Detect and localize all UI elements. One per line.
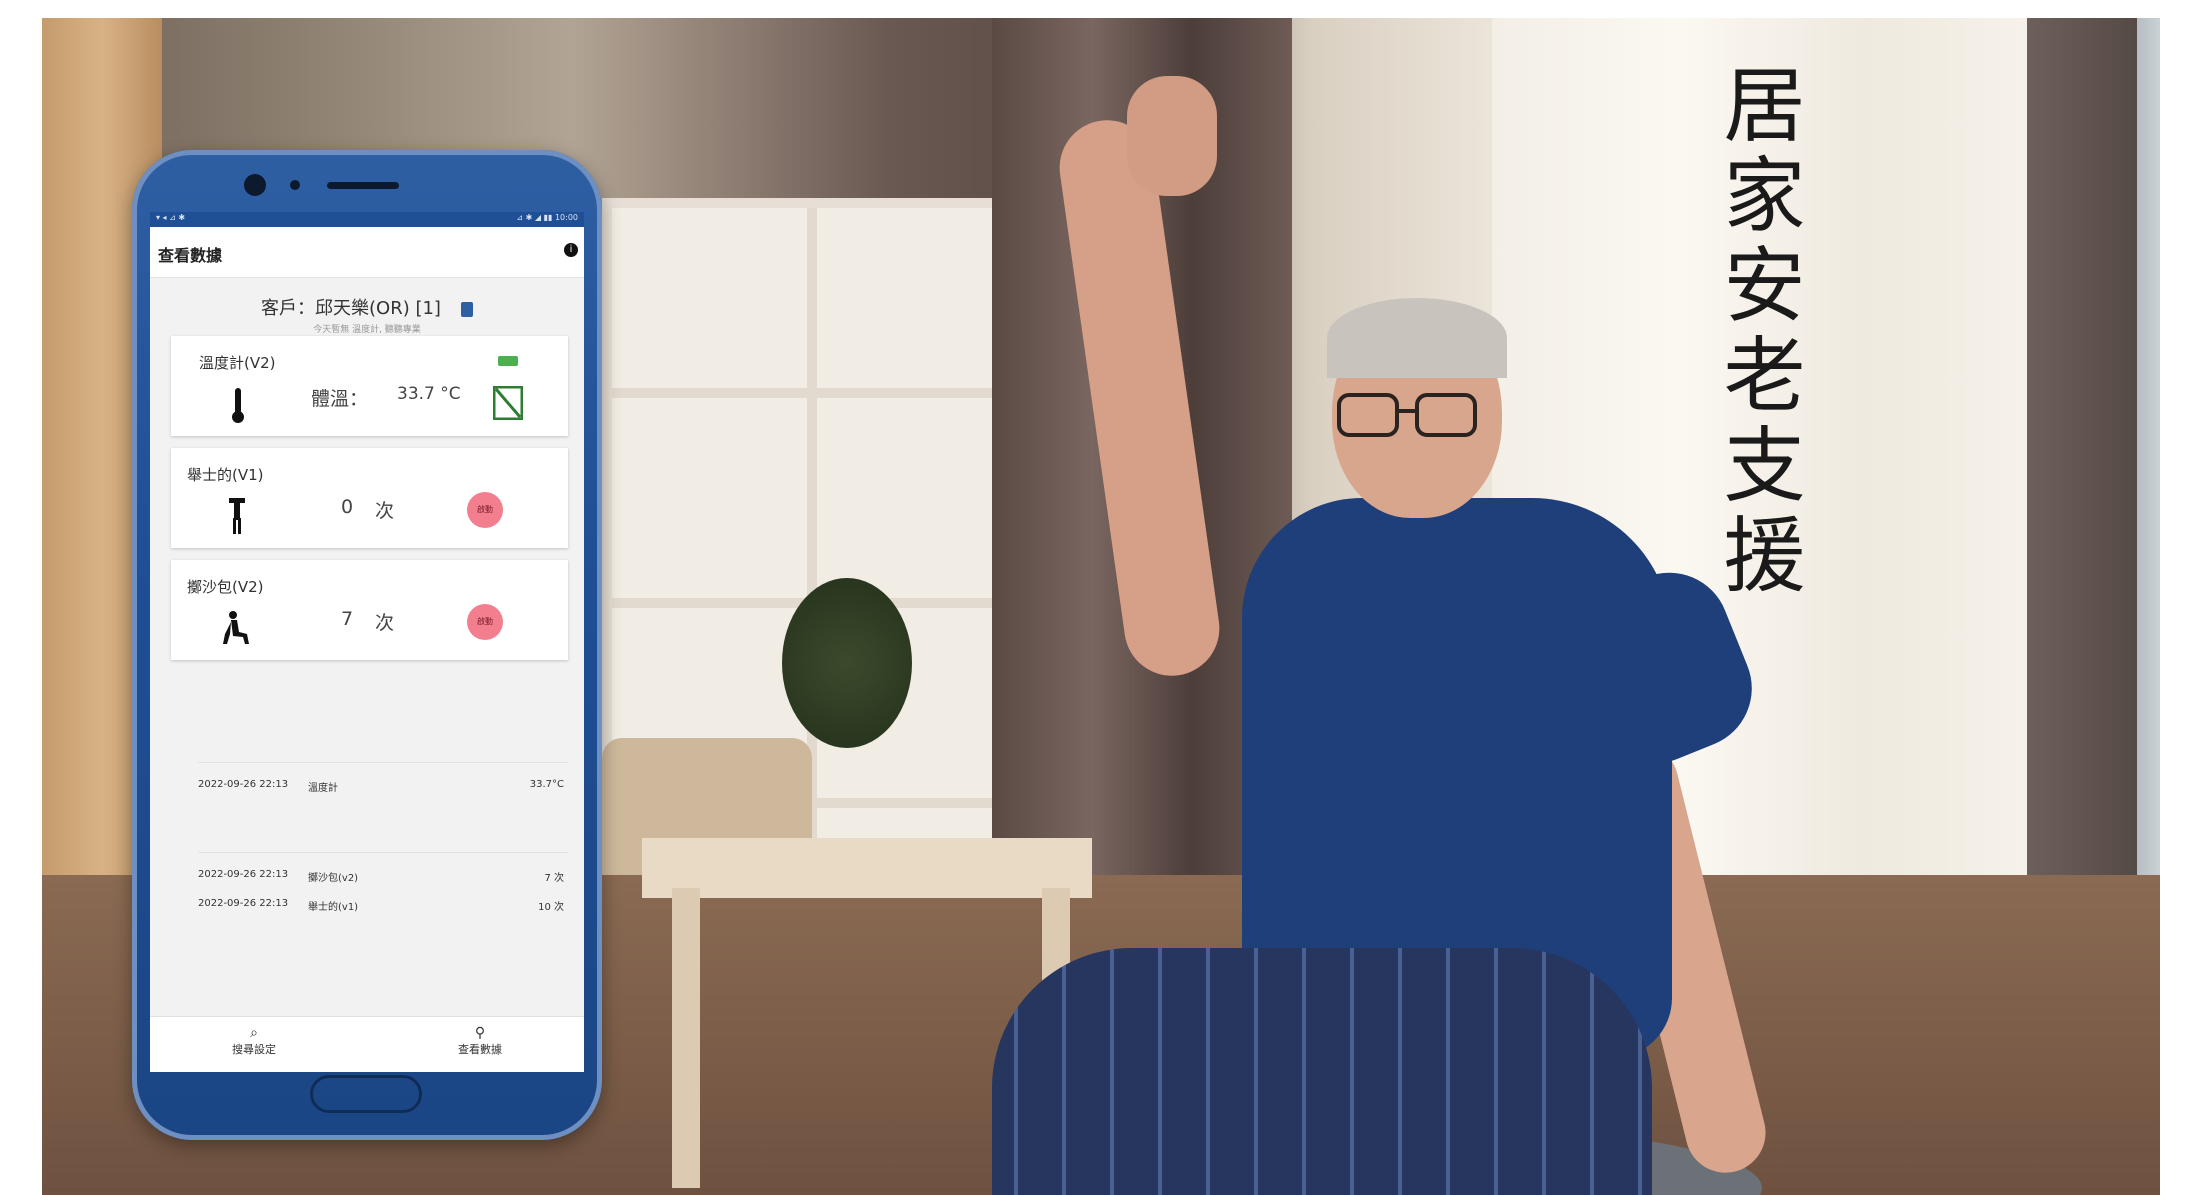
nav-view-data[interactable]: ⚲ 查看數據 bbox=[420, 1025, 540, 1057]
sandbag-card[interactable]: 擲沙包(V2) 7 次 啟動 bbox=[171, 560, 568, 660]
phone-screen: ▾ ◂ ⊿ ✱ ⊿ ✱ ◢ ▮▮ 10:00 查看數據 i 客戶：邱天樂(OR)… bbox=[150, 212, 584, 1072]
link-icon: ⚲ bbox=[474, 1025, 486, 1041]
hair bbox=[1327, 298, 1507, 378]
bottom-navigation: ⌕ 搜尋設定 ⚲ 查看數據 bbox=[150, 1016, 584, 1072]
nav-label: 搜尋設定 bbox=[232, 1043, 276, 1056]
overlay-title: 居家安老支援 bbox=[1709, 62, 1804, 602]
plaid-trousers bbox=[992, 948, 1652, 1195]
count-value: 7 bbox=[341, 608, 354, 630]
client-subtitle: 今天暫無 溫度計, 聽聽專業 bbox=[313, 325, 421, 335]
sensor bbox=[290, 180, 300, 190]
home-button[interactable] bbox=[310, 1075, 422, 1113]
client-label: 客戶：邱天樂(OR) [1] bbox=[261, 298, 441, 319]
status-left: ▾ ◂ ⊿ ✱ bbox=[156, 213, 186, 222]
standing-person-icon bbox=[229, 498, 245, 534]
temperature-value: 33.7 °C bbox=[397, 384, 461, 404]
table-leg bbox=[672, 888, 700, 1188]
glasses bbox=[1337, 393, 1492, 443]
nav-search-settings[interactable]: ⌕ 搜尋設定 bbox=[194, 1025, 314, 1057]
weight-lift-card[interactable]: 舉士的(V1) 0 次 啟動 bbox=[171, 448, 568, 548]
card-name: 擲沙包(V2) bbox=[187, 578, 264, 596]
side-table bbox=[642, 838, 1092, 898]
record-name: 溫度計 bbox=[308, 783, 338, 794]
record-row[interactable]: 2022-09-26 22:13 擲沙包(v2) 7 次 bbox=[198, 852, 568, 884]
battery-icon bbox=[498, 356, 518, 366]
count-value: 0 bbox=[341, 496, 354, 518]
plant bbox=[782, 578, 912, 748]
record-value: 7 次 bbox=[544, 873, 564, 884]
record-date: 2022-09-26 22:13 bbox=[198, 869, 289, 880]
front-camera bbox=[244, 174, 266, 196]
info-icon[interactable]: i bbox=[564, 243, 578, 257]
record-name: 擲沙包(v2) bbox=[308, 873, 359, 884]
search-icon: ⌕ bbox=[250, 1025, 258, 1041]
count-unit: 次 bbox=[375, 500, 395, 522]
client-header: 客戶：邱天樂(OR) [1] bbox=[150, 294, 584, 320]
record-date: 2022-09-26 22:13 bbox=[198, 779, 289, 790]
earpiece-speaker bbox=[327, 182, 399, 189]
page-title: 查看數據 bbox=[158, 246, 223, 265]
record-value: 33.7°C bbox=[529, 779, 564, 790]
seated-person-icon bbox=[223, 611, 249, 644]
thermometer-card[interactable]: 溫度計(V2) 體溫： 33.7 °C bbox=[171, 336, 568, 436]
record-row[interactable]: 2022-09-26 22:13 溫度計 33.7°C bbox=[198, 762, 568, 794]
app-bar: 查看數據 i bbox=[150, 227, 584, 278]
signal-off-icon bbox=[493, 386, 523, 420]
card-name: 舉士的(V1) bbox=[187, 466, 264, 484]
count-unit: 次 bbox=[375, 612, 395, 634]
record-name: 舉士的(v1) bbox=[308, 902, 359, 913]
status-bar: ▾ ◂ ⊿ ✱ ⊿ ✱ ◢ ▮▮ 10:00 bbox=[150, 212, 584, 227]
record-date: 2022-09-26 22:13 bbox=[198, 898, 289, 909]
start-badge[interactable]: 啟動 bbox=[467, 604, 503, 640]
fist bbox=[1127, 76, 1217, 196]
card-label: 體溫： bbox=[311, 388, 369, 410]
nav-label: 查看數據 bbox=[458, 1043, 502, 1056]
status-right: ⊿ ✱ ◢ ▮▮ 10:00 bbox=[516, 213, 578, 222]
start-badge[interactable]: 啟動 bbox=[467, 492, 503, 528]
record-value: 10 次 bbox=[538, 902, 564, 913]
card-name: 溫度計(V2) bbox=[199, 354, 276, 372]
device-icon[interactable] bbox=[460, 301, 473, 317]
smartphone: ▾ ◂ ⊿ ✱ ⊿ ✱ ◢ ▮▮ 10:00 查看數據 i 客戶：邱天樂(OR)… bbox=[132, 150, 602, 1140]
thermometer-icon bbox=[232, 388, 244, 423]
